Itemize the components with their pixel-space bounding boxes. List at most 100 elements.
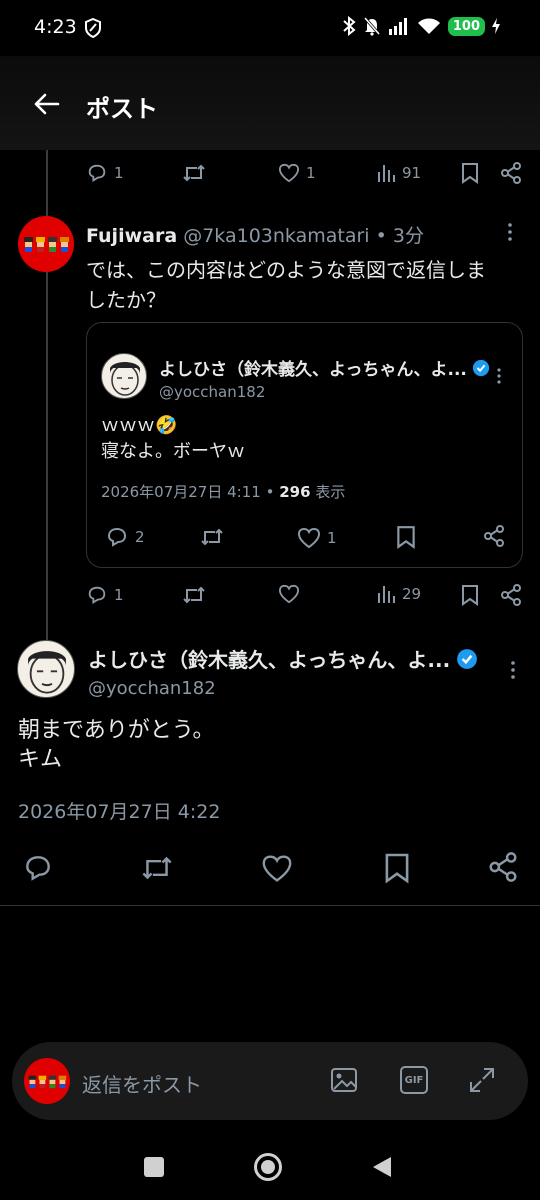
quote-dot: •	[265, 483, 275, 501]
face-illustration-icon	[28, 651, 66, 694]
gif-label: GIF	[404, 1074, 424, 1086]
bookmark-button[interactable]	[461, 584, 479, 606]
bookmark-button[interactable]	[384, 852, 410, 884]
reply-post-actions: 1 29	[86, 584, 526, 610]
reply-icon	[88, 164, 106, 182]
quote-bookmark-button[interactable]	[396, 525, 416, 549]
repost-button[interactable]	[140, 853, 174, 883]
parent-actions: 1 1 91	[86, 160, 526, 186]
wifi-icon	[417, 17, 441, 35]
expand-icon	[470, 1068, 494, 1092]
image-button[interactable]	[330, 1066, 358, 1094]
reply-post-header: Fujiwara @7ka103nkamatari • 3分	[86, 221, 424, 248]
reply-icon	[107, 527, 127, 547]
quote-author-row: よしひさ（鈴木義久、よっちゃん、よ...	[159, 355, 490, 380]
share-icon	[501, 162, 521, 184]
quote-repost-button[interactable]	[199, 526, 225, 548]
bookmark-button[interactable]	[461, 162, 479, 184]
face-illustration-icon	[110, 362, 140, 396]
system-nav-bar	[0, 1130, 540, 1200]
expand-button[interactable]	[468, 1066, 496, 1094]
reply-post-text: では、この内容はどのような意図で返信しま したか？	[86, 258, 486, 312]
quote-avatar	[101, 353, 147, 399]
quote-card[interactable]: よしひさ（鈴木義久、よっちゃん、よ... @yocchan182 ｗｗｗ🤣 寝な…	[86, 322, 523, 568]
home-button[interactable]	[254, 1153, 282, 1181]
share-button[interactable]	[500, 162, 522, 184]
reply-button[interactable]: 1	[86, 584, 124, 606]
heart-icon	[278, 584, 300, 604]
home-dot	[261, 1160, 275, 1174]
quote-meta: 2026年07月27日 4:11 • 296 表示	[101, 481, 345, 502]
pixel-characters-icon	[28, 1075, 67, 1088]
main-author-name[interactable]: よしひさ（鈴木義久、よっちゃん、よ...	[88, 644, 450, 673]
page-title: ポスト	[86, 95, 158, 123]
quote-views-label: 表示	[315, 483, 346, 501]
views-button[interactable]: 29	[376, 584, 421, 604]
quote-like-button[interactable]: 1	[297, 527, 337, 549]
repost-button[interactable]	[182, 584, 206, 606]
share-icon	[489, 852, 517, 882]
more-vertical-icon	[497, 368, 501, 384]
status-bar: 4:23 100	[0, 0, 540, 56]
views-icon	[378, 165, 395, 182]
quote-text: ｗｗｗ🤣 寝なよ。ボーヤｗ	[101, 415, 245, 462]
heart-icon	[278, 163, 300, 183]
time-separator: •	[375, 225, 387, 247]
more-vertical-icon	[508, 223, 512, 241]
share-button[interactable]	[500, 584, 522, 606]
quote-share-button[interactable]	[483, 525, 505, 547]
bluetooth-icon	[342, 16, 356, 36]
quote-reply-button[interactable]: 2	[105, 525, 145, 549]
main-more-button[interactable]	[503, 660, 523, 680]
main-post-date: 2026年07月27日 4:22	[18, 801, 221, 823]
gif-button[interactable]: GIF	[400, 1066, 428, 1094]
back-button[interactable]	[28, 86, 64, 122]
reply-icon	[26, 856, 50, 881]
repost-icon	[142, 856, 172, 880]
main-avatar[interactable]	[17, 640, 75, 698]
main-author-handle[interactable]: @yocchan182	[88, 678, 216, 699]
back-nav-button[interactable]	[372, 1156, 392, 1178]
bell-off-icon	[363, 16, 381, 36]
bookmark-icon	[462, 585, 478, 606]
author-name[interactable]: Fujiwara	[86, 225, 177, 247]
image-icon	[331, 1068, 357, 1092]
main-author-row: よしひさ（鈴木義久、よっちゃん、よ...	[88, 644, 478, 673]
heart-icon	[262, 855, 292, 882]
heart-icon	[297, 527, 321, 549]
charging-icon	[492, 18, 500, 34]
signal-icon	[388, 17, 410, 35]
shield-icon	[84, 18, 102, 38]
post-time: 3分	[392, 225, 424, 247]
triangle-back-icon	[373, 1157, 391, 1177]
composer-avatar	[24, 1058, 70, 1104]
quote-views-count: 296	[279, 483, 311, 501]
reply-input-placeholder[interactable]: 返信をポスト	[82, 1069, 202, 1098]
author-handle[interactable]: @7ka103nkamatari	[183, 225, 369, 247]
avatar[interactable]	[18, 216, 74, 272]
reply-icon	[88, 586, 106, 604]
reply-button[interactable]	[22, 852, 54, 884]
pixel-characters-icon	[24, 237, 69, 252]
views-icon	[378, 586, 395, 603]
like-button[interactable]	[261, 854, 293, 883]
repost-button[interactable]	[182, 162, 206, 184]
battery-badge: 100	[447, 16, 485, 36]
like-button[interactable]	[278, 584, 300, 604]
quote-author-name[interactable]: よしひさ（鈴木義久、よっちゃん、よ...	[159, 355, 467, 380]
recents-button[interactable]	[144, 1157, 164, 1177]
status-time: 4:23	[34, 16, 77, 38]
quote-author-handle: @yocchan182	[159, 383, 266, 401]
quote-more-button[interactable]	[491, 367, 507, 385]
reply-button[interactable]: 1	[86, 162, 124, 184]
main-post-actions	[0, 850, 540, 884]
repost-icon	[183, 164, 205, 182]
like-button[interactable]: 1	[278, 163, 316, 183]
more-vertical-icon	[511, 661, 515, 679]
views-button[interactable]: 91	[376, 163, 421, 183]
reply-composer[interactable]: 返信をポスト GIF	[12, 1042, 528, 1120]
share-icon	[501, 584, 521, 606]
header: ポスト	[0, 56, 540, 150]
more-button[interactable]	[500, 222, 520, 242]
share-button[interactable]	[488, 852, 518, 882]
